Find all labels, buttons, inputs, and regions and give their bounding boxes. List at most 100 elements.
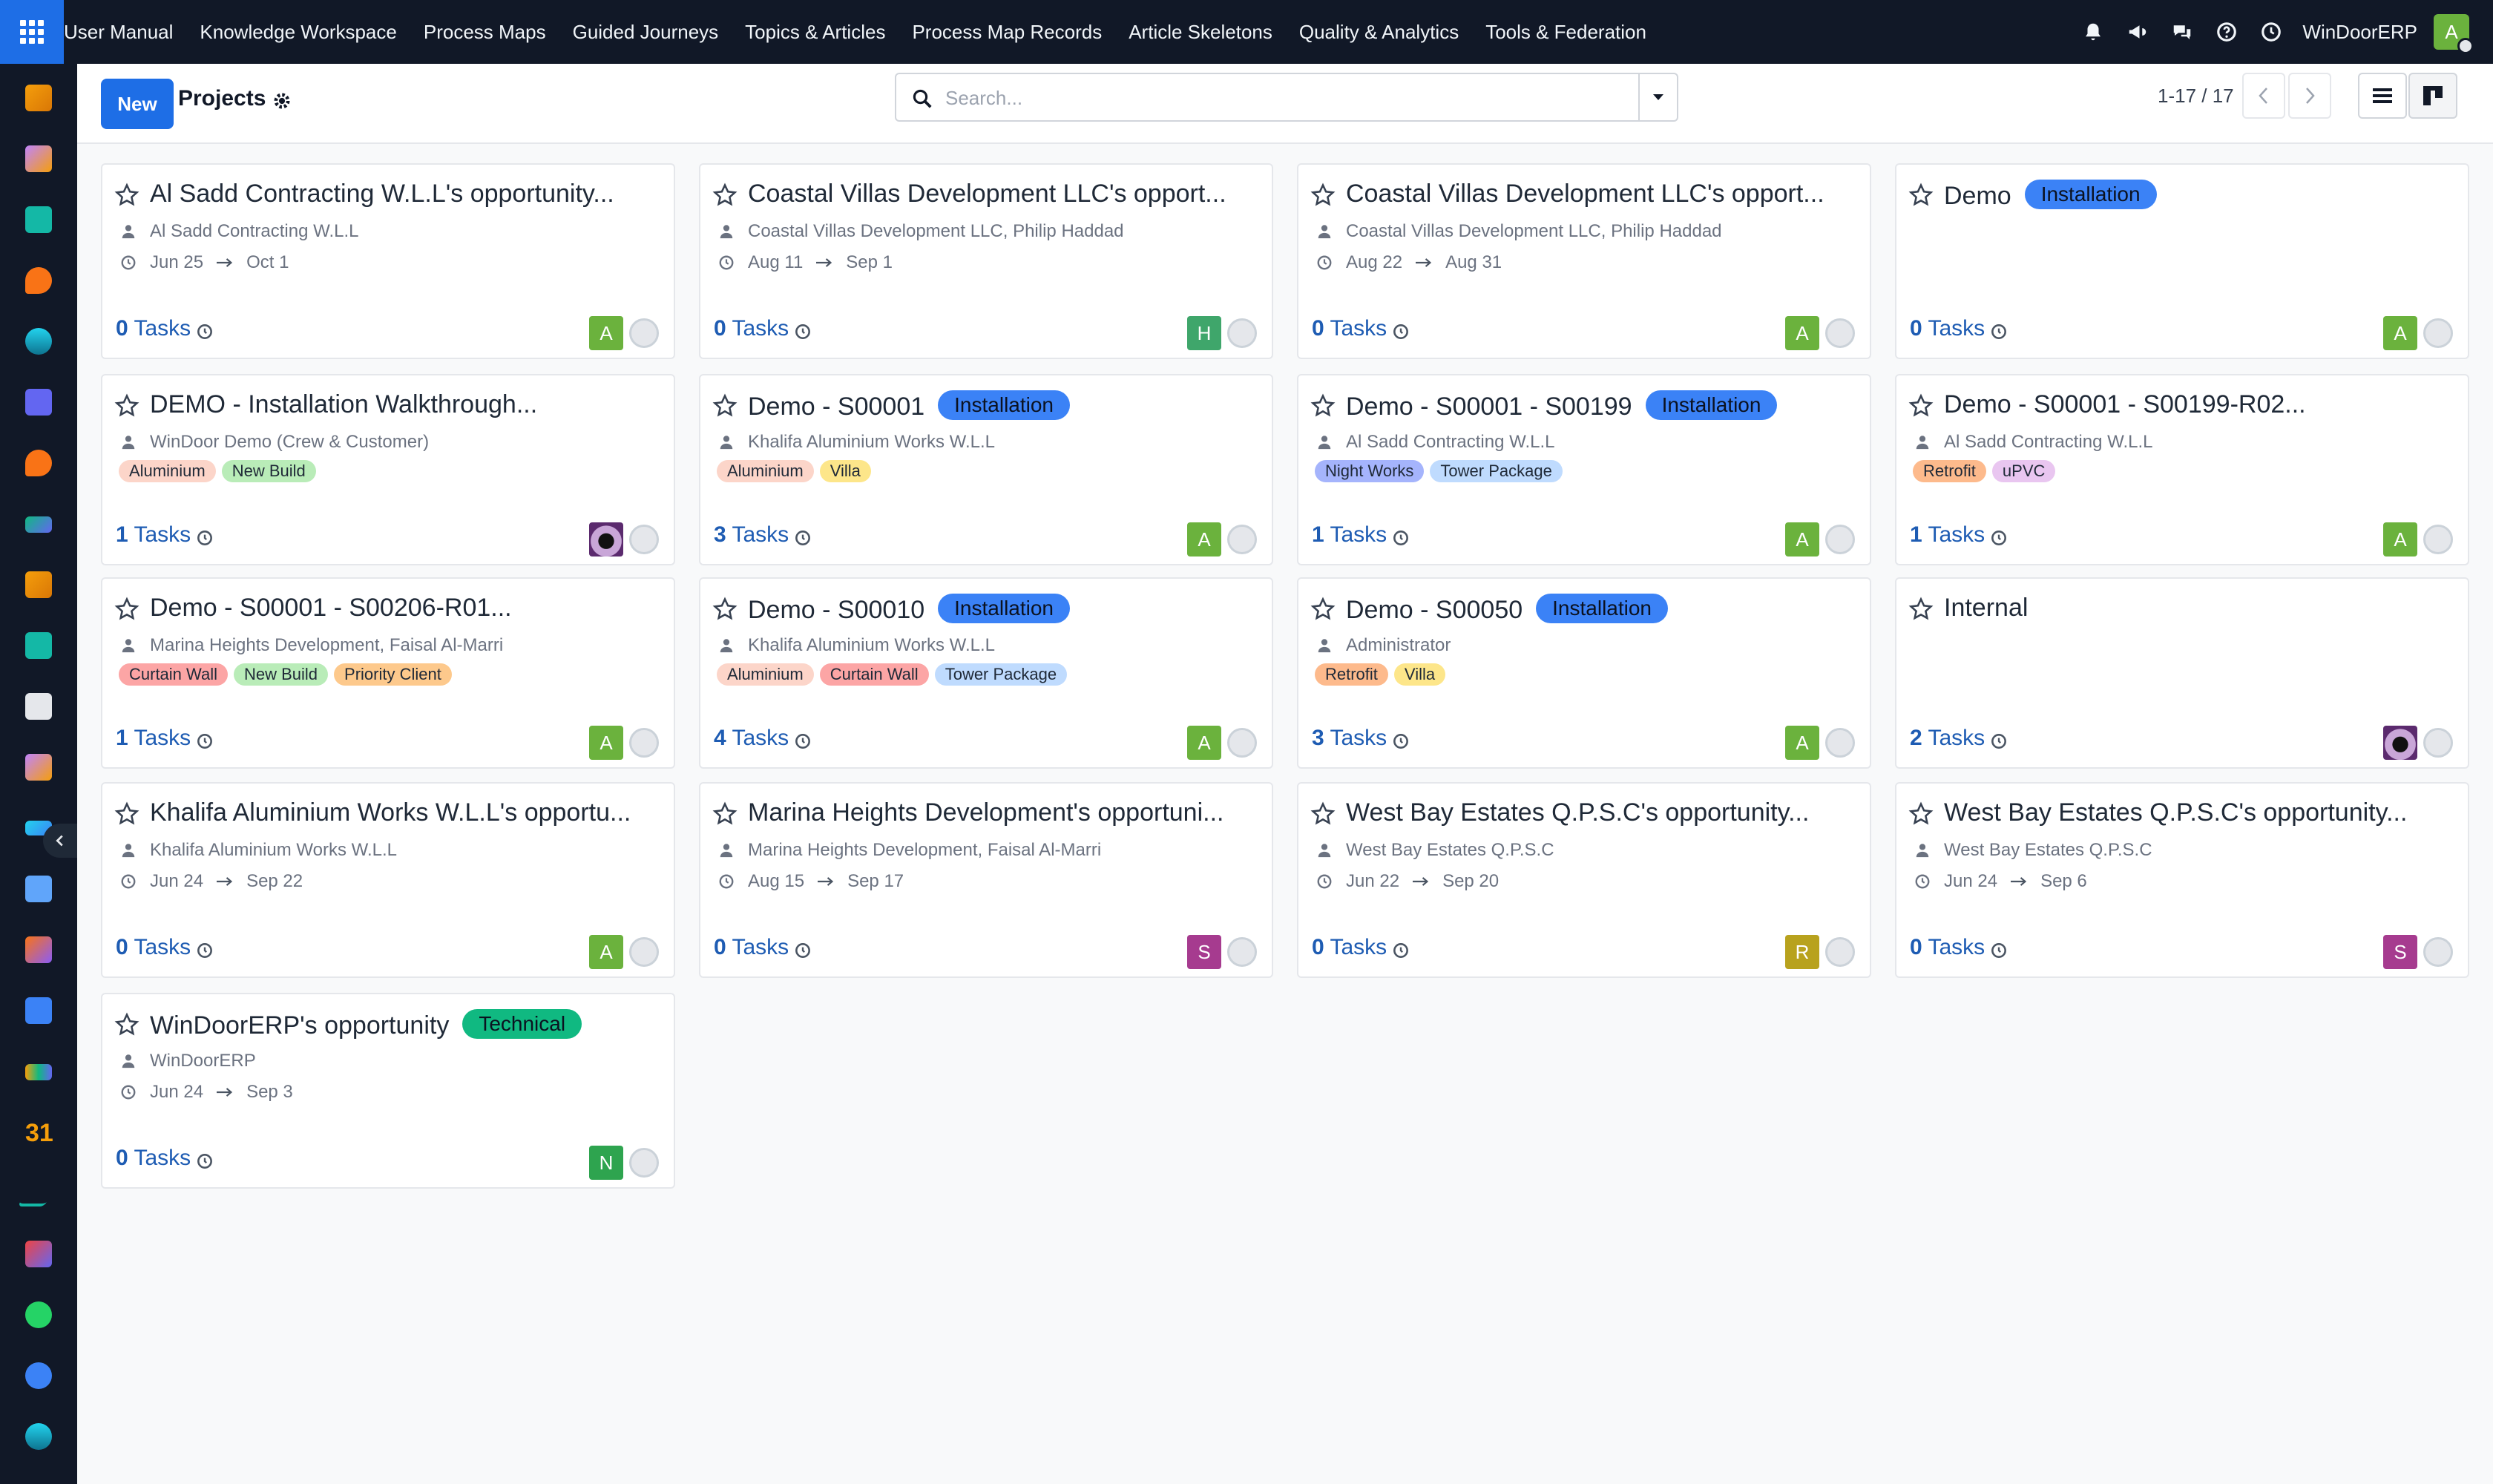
- timesheet-app-icon[interactable]: [25, 1362, 52, 1389]
- quality-app-icon[interactable]: [25, 754, 52, 781]
- activity-clock-icon[interactable]: [1391, 941, 1410, 960]
- discuss2-app-icon[interactable]: [25, 1423, 52, 1450]
- kanban-state-indicator[interactable]: [629, 937, 659, 967]
- kanban-state-indicator[interactable]: [629, 318, 659, 348]
- help-icon[interactable]: [2214, 19, 2239, 45]
- company-name[interactable]: WinDoorERP: [2302, 21, 2417, 44]
- tasks-link[interactable]: 0 Tasks: [1312, 316, 1387, 341]
- project-card[interactable]: Al Sadd Contracting W.L.L's opportunity.…: [101, 163, 675, 359]
- assignee-avatar[interactable]: A: [1785, 726, 1819, 760]
- apps-menu-button[interactable]: [0, 0, 64, 64]
- assignee-avatar[interactable]: A: [2383, 316, 2417, 350]
- activity-clock-icon[interactable]: [1391, 732, 1410, 751]
- menu-item-tools-federation[interactable]: Tools & Federation: [1472, 0, 1660, 64]
- tasks-link[interactable]: 3 Tasks: [1312, 726, 1387, 751]
- project-card[interactable]: Internal 2 Tasks: [1895, 577, 2469, 769]
- activity-clock-icon[interactable]: [793, 528, 812, 548]
- tasks-link[interactable]: 0 Tasks: [714, 935, 789, 960]
- pager-previous-button[interactable]: [2242, 73, 2285, 119]
- assignee-avatar[interactable]: H: [1187, 316, 1221, 350]
- star-icon[interactable]: [114, 183, 139, 208]
- activity-clock-icon[interactable]: [195, 732, 214, 751]
- star-icon[interactable]: [1310, 393, 1336, 418]
- megaphone-icon[interactable]: [2125, 19, 2150, 45]
- chat-icon[interactable]: [2170, 19, 2195, 45]
- accounting-app-icon[interactable]: [25, 997, 52, 1024]
- reports-app-icon[interactable]: [25, 571, 52, 598]
- assignee-avatar[interactable]: A: [1187, 726, 1221, 760]
- project-app-icon[interactable]: [25, 516, 52, 533]
- kanban-state-indicator[interactable]: [1227, 525, 1257, 554]
- star-icon[interactable]: [1310, 183, 1336, 208]
- livechat-app-icon[interactable]: [25, 450, 52, 476]
- star-icon[interactable]: [1908, 597, 1934, 622]
- project-card[interactable]: West Bay Estates Q.P.S.C's opportunity..…: [1895, 782, 2469, 978]
- star-icon[interactable]: [1310, 597, 1336, 622]
- star-icon[interactable]: [712, 801, 738, 827]
- assignee-avatar[interactable]: R: [1785, 935, 1819, 969]
- tasks-link[interactable]: 1 Tasks: [116, 522, 191, 548]
- kanban-state-indicator[interactable]: [1825, 525, 1855, 554]
- tasks-link[interactable]: 0 Tasks: [116, 935, 191, 960]
- activity-clock-icon[interactable]: [1989, 732, 2008, 751]
- gear-icon[interactable]: [272, 91, 292, 111]
- mail-app-icon[interactable]: [25, 389, 52, 416]
- tasks-link[interactable]: 4 Tasks: [714, 726, 789, 751]
- menu-item-knowledge-workspace[interactable]: Knowledge Workspace: [186, 0, 410, 64]
- activity-clock-icon[interactable]: [195, 941, 214, 960]
- tasks-link[interactable]: 0 Tasks: [1312, 935, 1387, 960]
- inventory-app-icon[interactable]: [25, 693, 52, 720]
- assignee-avatar[interactable]: A: [589, 316, 623, 350]
- activity-clock-icon[interactable]: [793, 322, 812, 341]
- kanban-state-indicator[interactable]: [1825, 937, 1855, 967]
- star-icon[interactable]: [114, 1012, 139, 1037]
- assignee-avatar[interactable]: A: [1785, 522, 1819, 556]
- kanban-state-indicator[interactable]: [1825, 318, 1855, 348]
- project-card[interactable]: Demo - S00001 - S00206-R01... Marina Heig…: [101, 577, 675, 769]
- activity-clock-icon[interactable]: [1989, 941, 2008, 960]
- menu-item-guided-journeys[interactable]: Guided Journeys: [559, 0, 732, 64]
- assignee-avatar[interactable]: N: [589, 1146, 623, 1180]
- tasks-link[interactable]: 1 Tasks: [1910, 522, 1985, 548]
- menu-item-process-maps[interactable]: Process Maps: [410, 0, 559, 64]
- star-icon[interactable]: [114, 393, 139, 418]
- assignee-avatar[interactable]: A: [589, 935, 623, 969]
- knowledge-app-icon[interactable]: [25, 328, 52, 355]
- menu-item-quality-analytics[interactable]: Quality & Analytics: [1286, 0, 1472, 64]
- sidebar-collapse-button[interactable]: [43, 824, 77, 858]
- kanban-state-indicator[interactable]: [629, 728, 659, 758]
- project-card[interactable]: Coastal Villas Development LLC's opport.…: [1297, 163, 1871, 359]
- tasks-link[interactable]: 0 Tasks: [714, 316, 789, 341]
- activity-clock-icon[interactable]: [1989, 528, 2008, 548]
- project-card[interactable]: Demo - S00010 Installation Khalifa Alumini…: [699, 577, 1273, 769]
- star-icon[interactable]: [1908, 801, 1934, 827]
- activity-clock-icon[interactable]: [195, 528, 214, 548]
- pager-next-button[interactable]: [2288, 73, 2331, 119]
- assignee-avatar[interactable]: A: [1187, 522, 1221, 556]
- kanban-state-indicator[interactable]: [629, 525, 659, 554]
- tasks-link[interactable]: 3 Tasks: [714, 522, 789, 548]
- star-icon[interactable]: [114, 801, 139, 827]
- tasks-link[interactable]: 1 Tasks: [116, 726, 191, 751]
- tasks-link[interactable]: 0 Tasks: [116, 316, 191, 341]
- menu-item-topics-articles[interactable]: Topics & Articles: [732, 0, 899, 64]
- bell-icon[interactable]: [2080, 19, 2106, 45]
- packages-app-icon[interactable]: [25, 936, 52, 963]
- project-card[interactable]: Demo - S00001 Installation Khalifa Alumini…: [699, 374, 1273, 565]
- pager-value[interactable]: 1-17 / 17: [2158, 85, 2234, 108]
- tasks-link[interactable]: 0 Tasks: [1910, 316, 1985, 341]
- menu-item-article-skeletons[interactable]: Article Skeletons: [1115, 0, 1286, 64]
- documents-app-icon[interactable]: [25, 876, 52, 902]
- new-button[interactable]: New: [101, 79, 174, 129]
- discuss-app-icon[interactable]: [25, 267, 52, 294]
- assignee-avatar[interactable]: A: [2383, 522, 2417, 556]
- star-icon[interactable]: [712, 597, 738, 622]
- search-input[interactable]: [945, 82, 1598, 114]
- user-avatar[interactable]: A: [2434, 14, 2474, 54]
- kanban-state-indicator[interactable]: [2423, 525, 2453, 554]
- star-icon[interactable]: [1310, 801, 1336, 827]
- project-card[interactable]: West Bay Estates Q.P.S.C's opportunity..…: [1297, 782, 1871, 978]
- assignee-avatar[interactable]: S: [2383, 935, 2417, 969]
- kanban-view-button[interactable]: [2408, 73, 2457, 119]
- activity-clock-icon[interactable]: [1391, 322, 1410, 341]
